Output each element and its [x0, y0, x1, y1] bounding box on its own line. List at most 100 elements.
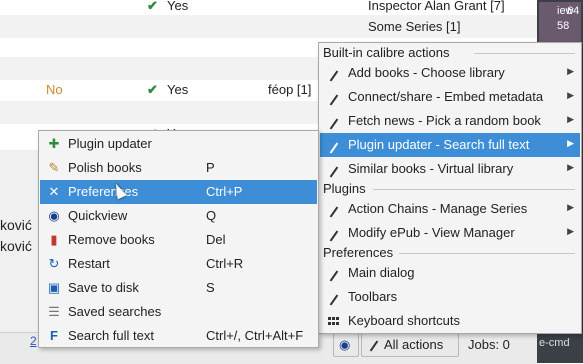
menu-item-label: Add books - Choose library: [348, 65, 505, 80]
series-cell: Inspector Alan Grant [7]: [368, 0, 505, 13]
actions-menu: Built-in calibre actions Add books - Cho…: [318, 42, 582, 334]
menu-item-modify-epub[interactable]: Modify ePub - View Manager ▶: [320, 221, 580, 245]
menu-item-shortcut: Del: [206, 232, 226, 247]
brush-icon: ✎: [48, 160, 60, 175]
yes-cell: Yes: [167, 0, 189, 13]
menu-item-shortcut: Ctrl+/, Ctrl+Alt+F: [206, 328, 304, 343]
menu-item-label: Similar books - Virtual library: [348, 161, 514, 176]
menu-item-save-to-disk[interactable]: ▣ Save to disk S: [40, 276, 317, 300]
eye-icon: ◉: [48, 208, 60, 223]
separator: [373, 189, 575, 190]
check-icon: ✔: [147, 0, 158, 13]
wand-icon: [326, 161, 342, 178]
menu-item-saved-searches[interactable]: ☰ Saved searches: [40, 300, 317, 324]
section-header-preferences: Preferences: [323, 245, 394, 260]
wand-icon: [326, 65, 342, 82]
author-fragment: ković: [0, 217, 32, 233]
menu-item-label: Preferences: [68, 184, 139, 199]
menu-item-fetch-news[interactable]: Fetch news - Pick a random book ▶: [320, 109, 580, 133]
restart-icon: ↻: [48, 256, 60, 271]
menu-item-label: Plugin updater - Search full text: [348, 137, 530, 152]
menu-item-label: Plugin updater: [68, 136, 152, 151]
menu-item-label: Search full text: [68, 328, 154, 343]
menu-item-plugin-updater[interactable]: Plugin updater - Search full text ▶: [320, 133, 580, 157]
tools-icon: ✕: [48, 184, 60, 199]
menu-item-label: Connect/share - Embed metadata: [348, 89, 544, 104]
series-cell: Some Series [1]: [368, 19, 461, 34]
check-icon: ✔: [147, 82, 158, 97]
wand-icon: [326, 289, 342, 306]
chevron-right-icon: ▶: [567, 66, 574, 76]
eye-icon: ◉: [339, 337, 351, 352]
menu-item-shortcut: S: [206, 280, 215, 295]
menu-item-restart[interactable]: ↻ Restart Ctrl+R: [40, 252, 317, 276]
table-row[interactable]: Some Series [1]: [0, 15, 540, 38]
wand-icon: [326, 137, 342, 154]
all-actions-button[interactable]: All actions: [361, 333, 459, 357]
menu-item-search-full-text[interactable]: F Search full text Ctrl+/, Ctrl+Alt+F: [40, 324, 317, 348]
cover-text: 58: [557, 20, 570, 32]
menu-item-label: Polish books: [68, 160, 142, 175]
menu-item-preferences[interactable]: ✕ Preferences Ctrl+P: [40, 180, 317, 204]
menu-item-label: Remove books: [68, 232, 155, 247]
wand-icon: [326, 89, 342, 106]
keyboard-icon: [326, 313, 342, 329]
menu-item-shortcut: Ctrl+P: [206, 184, 243, 199]
menu-item-keyboard-shortcuts[interactable]: Keyboard shortcuts: [320, 309, 580, 333]
menu-item-label: Fetch news - Pick a random book: [348, 113, 541, 128]
save-icon: ▣: [47, 280, 61, 295]
menu-item-quickview[interactable]: ◉ Quickview Q: [40, 204, 317, 228]
menu-item-main-dialog[interactable]: Main dialog: [320, 261, 580, 285]
puzzle-icon: ✚: [48, 136, 60, 151]
menu-item-label: Main dialog: [348, 265, 415, 280]
menu-item-plugin-updater[interactable]: ✚ Plugin updater: [40, 132, 317, 156]
jobs-indicator[interactable]: Jobs: 0: [468, 337, 510, 352]
chevron-right-icon: ▶: [567, 162, 574, 172]
menu-item-label: Modify ePub - View Manager: [348, 225, 515, 240]
cover-text: 64: [567, 5, 580, 17]
saved-search-icon: ☰: [48, 304, 60, 319]
menu-item-shortcut: P: [206, 160, 215, 175]
wand-icon: [326, 265, 342, 282]
menu-item-label: Save to disk: [68, 280, 139, 295]
menu-item-remove-books[interactable]: ▮ Remove books Del: [40, 228, 317, 252]
menu-item-shortcut: Q: [206, 208, 217, 223]
chevron-right-icon: ▶: [567, 138, 574, 148]
menu-item-label: Keyboard shortcuts: [348, 313, 461, 328]
menu-item-similar-books[interactable]: Similar books - Virtual library ▶: [320, 157, 580, 181]
menu-item-label: Quickview: [68, 208, 128, 223]
menu-item-connect-share[interactable]: Connect/share - Embed metadata ▶: [320, 85, 580, 109]
identifier-cell: No: [46, 82, 63, 97]
wand-icon: [326, 201, 342, 218]
tag-cell: féop [1]: [268, 82, 312, 97]
yes-cell: Yes: [167, 82, 189, 97]
all-actions-label: All actions: [384, 337, 444, 352]
section-header-builtin: Built-in calibre actions: [323, 45, 450, 60]
section-header-plugins: Plugins: [323, 181, 366, 196]
chevron-right-icon: ▶: [567, 90, 574, 100]
chevron-right-icon: ▶: [567, 202, 574, 212]
author-fragment: ković: [0, 238, 32, 254]
menu-item-shortcut: Ctrl+R: [206, 256, 244, 271]
menu-item-label: Saved searches: [68, 304, 162, 319]
separator: [399, 253, 575, 254]
menu-item-label: Action Chains - Manage Series: [348, 201, 528, 216]
status-link[interactable]: 2: [30, 334, 37, 348]
menu-item-polish-books[interactable]: ✎ Polish books P: [40, 156, 317, 180]
chevron-right-icon: ▶: [567, 114, 574, 124]
actions-submenu: ✚ Plugin updater ✎ Polish books P ✕ Pref…: [38, 130, 319, 348]
trash-icon: ▮: [50, 232, 58, 247]
chevron-right-icon: ▶: [567, 226, 574, 236]
menu-item-add-books[interactable]: Add books - Choose library ▶: [320, 61, 580, 85]
wand-icon: [326, 113, 342, 130]
menu-item-label: Toolbars: [348, 289, 398, 304]
status-text: e-cmd: [539, 337, 570, 349]
fulltext-icon: F: [50, 328, 58, 343]
separator: [474, 53, 575, 54]
wand-icon: [326, 225, 342, 242]
menu-item-action-chains[interactable]: Action Chains - Manage Series ▶: [320, 197, 580, 221]
menu-item-label: Restart: [68, 256, 110, 271]
menu-item-toolbars[interactable]: Toolbars: [320, 285, 580, 309]
quickview-button[interactable]: ◉: [333, 333, 359, 357]
wand-icon: [368, 335, 380, 352]
